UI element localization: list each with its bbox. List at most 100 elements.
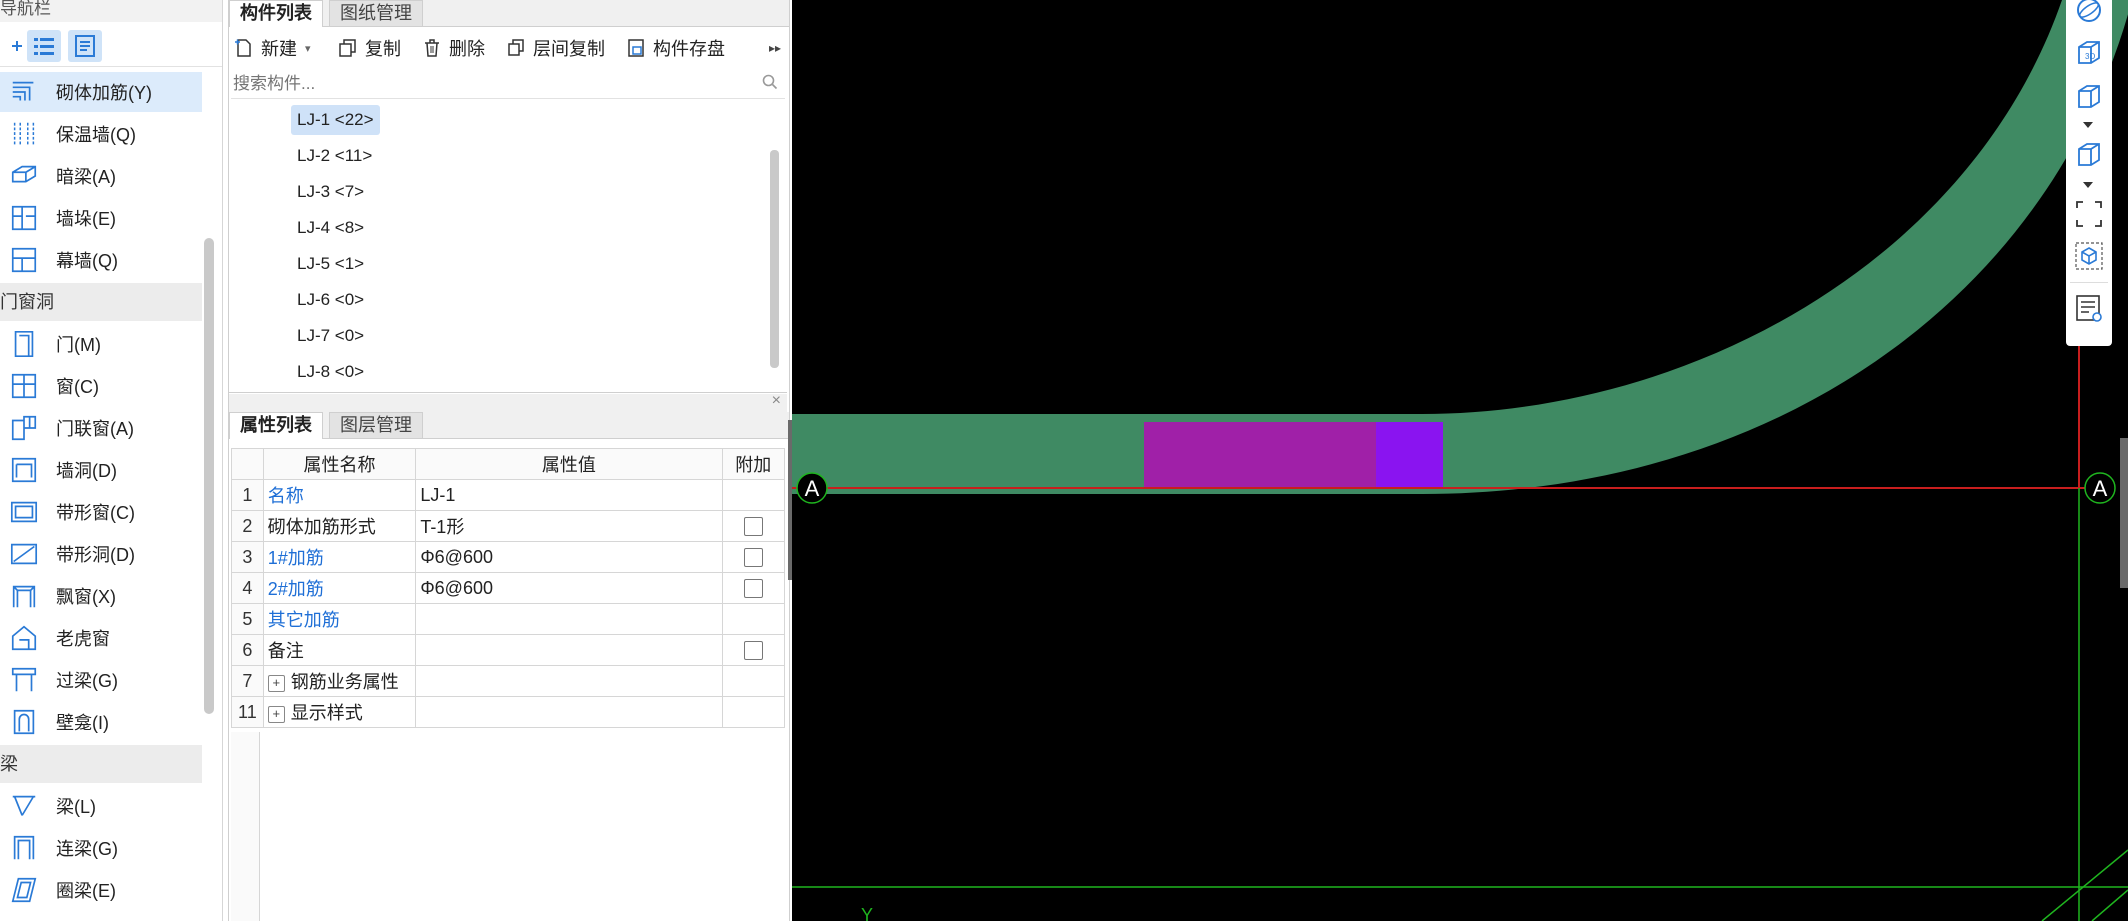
layer-settings-icon[interactable] [2073, 292, 2105, 324]
cube-view-icon[interactable] [2073, 80, 2105, 112]
nav-item-label: 带形窗(C) [56, 503, 135, 523]
nav-item[interactable]: 带形洞(D) [0, 534, 202, 574]
property-value[interactable] [415, 634, 723, 666]
nav-item[interactable]: 过梁(G) [0, 660, 202, 700]
strip-opening-icon [8, 538, 40, 570]
delete-button[interactable]: 删除 [421, 34, 485, 62]
expand-icon[interactable]: + [267, 674, 285, 692]
nav-item[interactable]: 门联窗(A) [0, 408, 202, 448]
save-component-icon [625, 37, 647, 59]
property-row[interactable]: 4 2#加筋 Φ6@600 [231, 572, 785, 604]
property-row[interactable]: 5 其它加筋 [231, 603, 785, 635]
nav-item[interactable]: 幕墙(Q) [0, 240, 202, 280]
extra-checkbox[interactable] [743, 548, 763, 568]
property-row[interactable]: 11 + 显示样式 [231, 696, 785, 728]
nav-item[interactable]: 圈梁(E) [0, 870, 202, 910]
property-value[interactable]: LJ-1 [415, 479, 723, 511]
extra-checkbox[interactable] [743, 579, 763, 599]
property-value[interactable] [415, 603, 723, 635]
property-value[interactable]: T-1形 [415, 510, 723, 542]
nav-toolbar [0, 26, 222, 67]
new-button[interactable]: 新建 ▾ [233, 34, 311, 62]
component-list-item[interactable]: LJ-1 <22> [291, 105, 380, 135]
extra-checkbox[interactable] [743, 641, 763, 661]
nav-group-header[interactable]: 门窗洞 [0, 283, 202, 321]
component-list-item[interactable]: LJ-5 <1> [291, 249, 370, 279]
nav-item[interactable]: 保温墙(Q) [0, 114, 202, 154]
nav-item[interactable]: 墙洞(D) [0, 450, 202, 490]
extra-checkbox[interactable] [743, 517, 763, 537]
floor-copy-button[interactable]: 层间复制 [505, 34, 605, 62]
property-row[interactable]: 1 名称 LJ-1 [231, 479, 785, 511]
property-row[interactable]: 6 备注 [231, 634, 785, 666]
component-list-item[interactable]: LJ-7 <0> [291, 321, 370, 351]
nav-group-header[interactable]: 梁 [0, 745, 202, 783]
cube-view-alt-icon[interactable] [2073, 138, 2105, 170]
component-list-panel: 构件列表 图纸管理 新建 ▾ 复制 删除 层间复制 构件存盘 ▸▸ 搜索构件..… [229, 0, 789, 393]
property-value[interactable]: Φ6@600 [415, 572, 723, 604]
reinforcement-element-violet [1376, 422, 1443, 487]
property-row[interactable]: 3 1#加筋 Φ6@600 [231, 541, 785, 573]
nav-item[interactable]: 砌体加筋(Y) [0, 72, 202, 112]
nav-scrollbar[interactable] [204, 238, 214, 714]
niche-icon [8, 706, 40, 738]
nav-item-label: 飘窗(X) [56, 587, 116, 607]
nav-item-label: 保温墙(Q) [56, 125, 136, 145]
nav-item[interactable]: 飘窗(X) [0, 576, 202, 616]
nav-item[interactable]: 暗梁(A) [0, 156, 202, 196]
nav-item[interactable]: 连梁(G) [0, 828, 202, 868]
chevron-down-icon[interactable] [2083, 122, 2093, 128]
expand-icon[interactable]: + [267, 705, 285, 723]
copy-button[interactable]: 复制 [337, 34, 401, 62]
grid-diagonal [2041, 849, 2128, 921]
list-view-icon[interactable] [27, 30, 61, 62]
property-value[interactable] [415, 665, 723, 697]
detail-view-icon[interactable] [68, 30, 102, 62]
chevron-down-icon[interactable] [2083, 182, 2093, 188]
component-list-scrollbar[interactable] [770, 150, 779, 368]
nav-item[interactable]: 墙垛(E) [0, 198, 202, 238]
component-list-item[interactable]: LJ-4 <8> [291, 213, 370, 243]
fullscreen-icon[interactable] [2073, 198, 2105, 230]
property-row[interactable]: 2 砌体加筋形式 T-1形 [231, 510, 785, 542]
component-list-item[interactable]: LJ-2 <11> [291, 141, 378, 171]
drawing-canvas[interactable]: A A Y [792, 0, 2128, 921]
strip-window-icon [8, 496, 40, 528]
row-number: 3 [231, 541, 264, 573]
reinforcement-element-magenta [1144, 422, 1376, 487]
tab-property-list[interactable]: 属性列表 [229, 412, 323, 439]
tab-drawing-management[interactable]: 图纸管理 [329, 0, 423, 26]
property-name: 1#加筋 [262, 541, 417, 573]
nav-item[interactable]: 梁(L) [0, 786, 202, 826]
save-component-button[interactable]: 构件存盘 [625, 34, 725, 62]
new-dropdown-icon[interactable]: ▾ [305, 42, 311, 55]
canvas-right-handle[interactable] [2120, 438, 2128, 588]
tab-layer-management[interactable]: 图层管理 [329, 412, 423, 438]
tab-component-list[interactable]: 构件列表 [229, 0, 323, 27]
component-list-item[interactable]: LJ-6 <0> [291, 285, 370, 315]
nav-item[interactable]: 老虎窗 [0, 618, 202, 658]
perspective-sphere-icon[interactable] [2073, 0, 2105, 26]
floor-copy-icon [505, 37, 527, 59]
component-view-icon[interactable] [2073, 240, 2105, 272]
property-value[interactable]: Φ6@600 [415, 541, 723, 573]
nav-item[interactable]: 窗(C) [0, 366, 202, 406]
more-tools-icon[interactable]: ▸▸ [769, 34, 781, 62]
component-search-input[interactable] [231, 70, 735, 98]
property-value[interactable] [415, 696, 723, 728]
component-list-item[interactable]: LJ-8 <0> [291, 357, 370, 387]
nav-item[interactable]: 带形窗(C) [0, 492, 202, 532]
nav-item-label: 老虎窗 [56, 629, 110, 649]
component-panel: 构件列表 图纸管理 新建 ▾ 复制 删除 层间复制 构件存盘 ▸▸ 搜索构件..… [228, 0, 790, 921]
3d-view-icon[interactable]: 3D [2073, 36, 2105, 68]
component-list-item[interactable]: LJ-3 <7> [291, 177, 370, 207]
property-tabbar: 属性列表 图层管理 [229, 412, 789, 439]
wall-pier-icon [8, 202, 40, 234]
nav-item[interactable]: 门(M) [0, 324, 202, 364]
property-row[interactable]: 7 + 钢筋业务属性 [231, 665, 785, 697]
property-name: + 显示样式 [262, 696, 417, 728]
property-name: 砌体加筋形式 [262, 510, 417, 542]
search-icon[interactable] [761, 73, 779, 96]
nav-item[interactable]: 壁龛(I) [0, 702, 202, 742]
close-icon[interactable]: × [772, 392, 781, 410]
